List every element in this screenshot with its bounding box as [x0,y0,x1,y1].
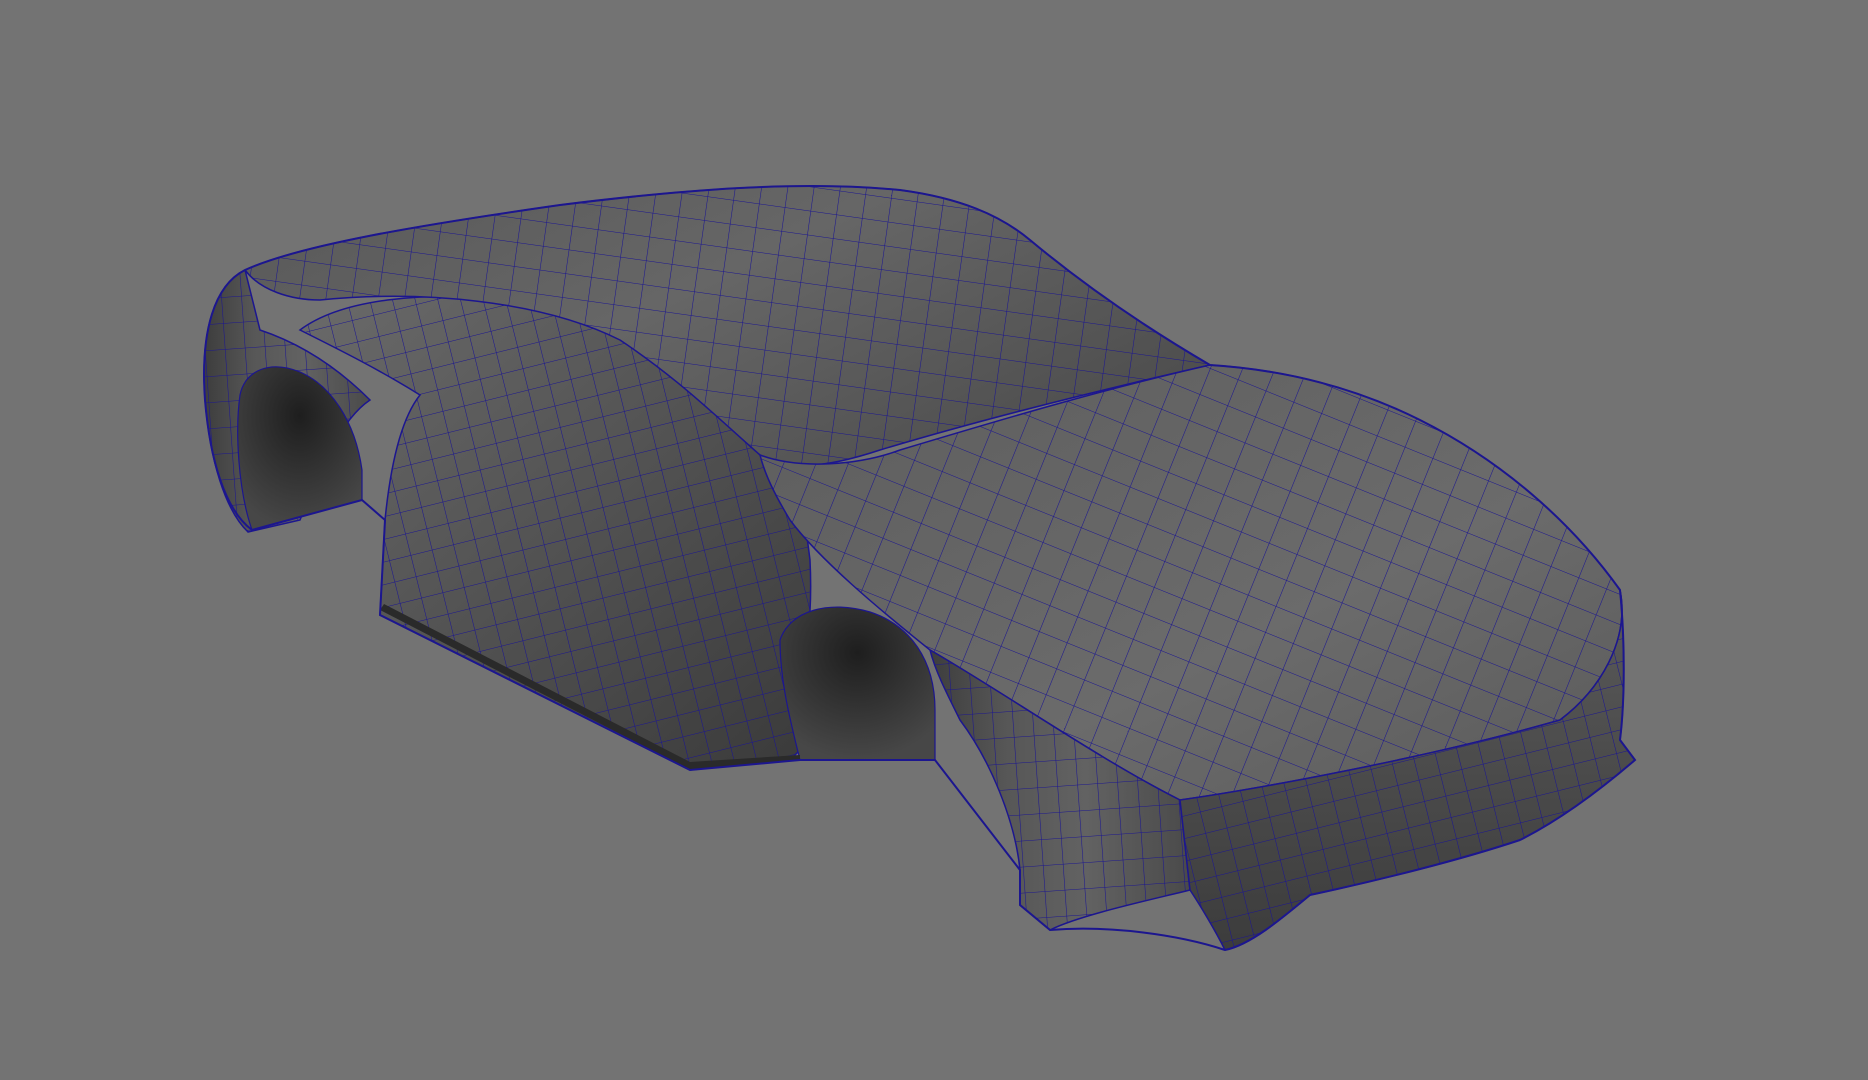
3d-viewport[interactable] [0,0,1868,1080]
car-mesh[interactable] [203,184,1637,952]
viewport-canvas [203,184,1637,952]
